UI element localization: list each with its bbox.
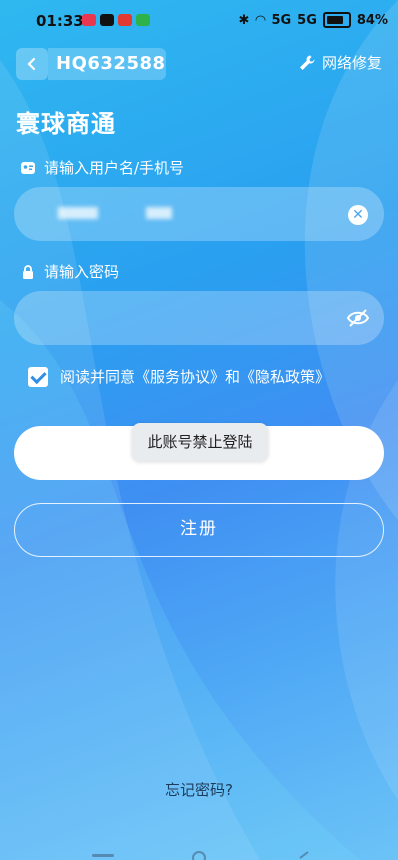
eye-off-icon[interactable] [346, 306, 370, 330]
agreement-row: 阅读并同意《服务协议》和《隐私政策》 [28, 366, 330, 387]
recent-apps-icon[interactable] [92, 854, 114, 857]
home-icon[interactable] [192, 851, 206, 860]
wifi-icon: ◠ [255, 12, 266, 28]
back-nav-icon[interactable] [299, 851, 309, 859]
password-label: 请输入密码 [44, 263, 120, 281]
register-button[interactable]: 注册 [14, 503, 384, 557]
id-card-icon [21, 161, 35, 174]
forgot-password-link[interactable]: 忘记密码? [0, 779, 398, 800]
chevron-left-icon [27, 57, 36, 71]
username-label: 请输入用户名/手机号 [44, 159, 185, 177]
network-repair-button[interactable]: 网络修复 [298, 52, 382, 73]
signal-left: 5G [271, 12, 292, 28]
agreement-text[interactable]: 阅读并同意《服务协议》和《隐私政策》 [60, 366, 330, 387]
back-button[interactable] [16, 48, 48, 80]
top-bar: HQ632588 网络修复 [16, 48, 382, 80]
status-bar: 01:33 ✱ ◠ 5G 5G 84% [0, 0, 398, 42]
username-masked-value [58, 207, 98, 219]
status-time: 01:33 [36, 12, 84, 30]
account-id: HQ632588 [48, 48, 166, 80]
username-label-row: 请输入用户名/手机号 [20, 157, 184, 178]
clear-icon[interactable]: ✕ [348, 205, 368, 225]
password-field[interactable] [14, 291, 384, 345]
password-label-row: 请输入密码 [20, 261, 119, 282]
notification-icons [82, 14, 150, 26]
status-right: ✱ ◠ 5G 5G 84% [239, 12, 388, 28]
wrench-icon [299, 55, 315, 70]
battery-icon [322, 12, 351, 28]
system-nav-bar [92, 851, 309, 860]
app-notification-icon [118, 14, 132, 26]
app-title: 寰球商通 [16, 110, 116, 138]
lock-icon [23, 264, 33, 279]
bluetooth-icon: ✱ [238, 12, 250, 28]
tiktok-icon [100, 14, 114, 26]
shield-icon [136, 14, 150, 26]
agreement-checkbox[interactable] [28, 366, 48, 387]
battery-percent: 84% [356, 12, 388, 28]
toast-message: 此账号禁止登陆 [132, 423, 268, 461]
network-repair-label: 网络修复 [321, 54, 382, 72]
username-masked-value [146, 207, 172, 219]
signal-right: 5G [297, 12, 317, 28]
app-notification-icon [82, 14, 96, 26]
